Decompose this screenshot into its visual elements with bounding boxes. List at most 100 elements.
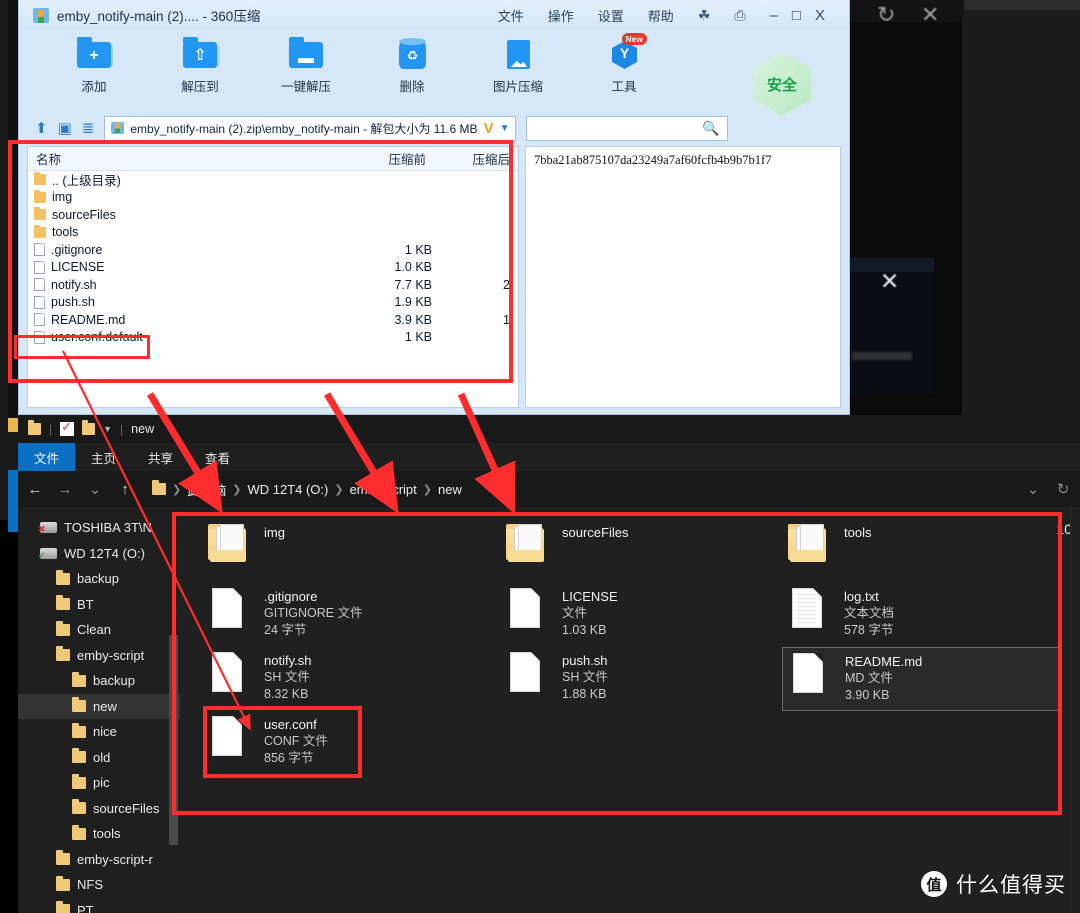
shirt-icon[interactable]: ☘ [698, 7, 711, 24]
nav-item-backup[interactable]: backup [18, 668, 180, 694]
toolbar-tools-button[interactable]: Y New 工具 [593, 33, 655, 95]
archive-row[interactable]: img [28, 189, 518, 207]
address-history-icon[interactable]: ⌄ [1024, 480, 1042, 498]
file-icon [504, 650, 548, 696]
archive-row[interactable]: notify.sh 7.7 KB 2 [28, 276, 518, 294]
archive-row[interactable]: tools [28, 224, 518, 242]
ribbon-tab-share[interactable]: 共享 [132, 443, 189, 471]
file-icon [786, 586, 830, 632]
maximize-button[interactable]: □ [792, 8, 801, 23]
chevron-down-icon[interactable]: ▼ [500, 123, 510, 134]
nav-item-clean[interactable]: Clean [18, 617, 180, 643]
nav-item-new[interactable]: new [18, 693, 180, 719]
feedback-icon[interactable]: ⎙ [734, 7, 745, 24]
up-button[interactable]: ↑ [116, 481, 134, 498]
close-button[interactable]: X [815, 8, 825, 23]
archive-row[interactable]: LICENSE 1.0 KB [28, 259, 518, 277]
menu-file[interactable]: 文件 [498, 6, 524, 25]
toolbar-delete-button[interactable]: ♻ 删除 [381, 36, 443, 95]
forward-button[interactable]: → [56, 481, 74, 498]
menu-operation[interactable]: 操作 [548, 6, 574, 25]
breadcrumb-sep-2: ❯ [334, 483, 344, 496]
column-header-after[interactable]: 压缩后 [432, 149, 518, 168]
archive-row[interactable]: sourceFiles [28, 206, 518, 224]
menu-help[interactable]: 帮助 [648, 6, 674, 25]
nav-item-nice[interactable]: nice [18, 719, 180, 745]
folder-icon [72, 824, 86, 840]
nav-item-sourcefiles[interactable]: sourceFiles [18, 796, 180, 822]
archive-search-input[interactable] [535, 121, 703, 135]
file-grid-item[interactable]: README.md MD 文件 3.90 KB [782, 647, 1062, 711]
folder-icon [72, 773, 86, 789]
file-grid-item[interactable]: notify.sh SH 文件 8.32 KB [202, 647, 482, 711]
nav-item-bt[interactable]: BT [18, 592, 180, 618]
nav-item-label: new [93, 698, 117, 714]
nav-item-label: sourceFiles [93, 800, 160, 816]
delete-icon: ♻ [391, 36, 433, 72]
folder-icon [72, 697, 86, 713]
archive-row-size-before: 3.9 KB [394, 312, 432, 327]
toolbar-add-button[interactable]: + 添加 [63, 36, 125, 95]
file-grid-item[interactable]: sourceFiles [500, 519, 780, 583]
search-icon[interactable]: 🔍 [702, 120, 719, 137]
explorer-nav-tree[interactable]: ✖ TOSHIBA 3T\N ✔ WD 12T4 (O:) backup BT Clean e… [18, 507, 180, 913]
refresh-icon[interactable]: ↻ [1054, 480, 1072, 498]
archive-row[interactable]: push.sh 1.9 KB [28, 294, 518, 312]
breadcrumb-item-drive[interactable]: WD 12T4 (O:) [247, 482, 328, 497]
file-grid-item[interactable]: .gitignore GITIGNORE 文件 24 字节 [202, 583, 482, 647]
recent-locations-button[interactable]: ⌄ [86, 480, 104, 498]
nav-item-tools[interactable]: tools [18, 821, 180, 847]
minimize-button[interactable]: – [770, 8, 778, 23]
archive-row-size-after: 2 [503, 277, 510, 292]
file-grid-item[interactable]: LICENSE 文件 1.03 KB [500, 583, 780, 647]
nav-item-old[interactable]: old [18, 745, 180, 771]
list-view-icon[interactable]: ≣ [82, 119, 95, 137]
go-up-icon[interactable]: ⬆ [35, 119, 48, 137]
file-grid-item[interactable]: user.conf CONF 文件 856 字节 [202, 711, 482, 775]
content-scrollbar[interactable] [1070, 507, 1080, 913]
nav-scrollbar[interactable] [169, 635, 178, 845]
archive-path-field[interactable]: emby_notify-main (2).zip\emby_notify-mai… [104, 115, 517, 141]
breadcrumb-item-new[interactable]: new [438, 482, 462, 497]
nav-item-wd-12t4-o-[interactable]: ✔ WD 12T4 (O:) [18, 541, 180, 567]
toolbar-tools-label: 工具 [611, 80, 637, 94]
archive-search-field[interactable]: 🔍 [526, 115, 729, 141]
file-grid-item[interactable]: img [202, 519, 482, 583]
one-click-extract-icon: ▬ [285, 36, 327, 72]
file-grid-item[interactable]: tools [782, 519, 1062, 583]
nav-item-emby-script-r[interactable]: emby-script-r [18, 847, 180, 873]
menu-settings[interactable]: 设置 [598, 6, 624, 25]
archive-row[interactable]: user.conf.default 1 KB [28, 329, 518, 347]
archive-file-list[interactable]: 名称 压缩前 压缩后 .. (上级目录) img sourceFiles tools.… [27, 146, 519, 408]
archive-row[interactable]: .. (上级目录) [28, 171, 518, 189]
explorer-tab-title[interactable]: new [131, 422, 154, 436]
toolbar-one-click-extract-button[interactable]: ▬ 一键解压 [275, 36, 337, 95]
file-grid-item[interactable]: log.txt 文本文档 578 字节 [782, 583, 1062, 647]
archive-row-name: LICENSE [51, 260, 105, 275]
ribbon-tab-file[interactable]: 文件 [18, 443, 76, 471]
nav-item-toshiba-3t-n[interactable]: ✖ TOSHIBA 3T\N [18, 515, 180, 541]
checkbox-icon[interactable] [60, 419, 75, 436]
nav-item-nfs[interactable]: NFS [18, 872, 180, 898]
toolbar-extract-to-button[interactable]: ⇧ 解压到 [169, 36, 231, 95]
nav-item-pt[interactable]: PT [18, 898, 180, 913]
archive-row[interactable]: README.md 3.9 KB 1 [28, 311, 518, 329]
column-header-before[interactable]: 压缩前 [340, 149, 432, 168]
column-header-name[interactable]: 名称 [28, 149, 340, 168]
file-grid-item[interactable]: push.sh SH 文件 1.88 KB [500, 647, 780, 711]
breadcrumb-item-this-pc[interactable]: 此电脑 [187, 480, 226, 499]
nav-item-emby-script[interactable]: emby-script [18, 643, 180, 669]
ribbon-tab-view[interactable]: 查看 [189, 443, 246, 471]
archive-row[interactable]: .gitignore 1 KB [28, 241, 518, 259]
toolbar-image-compress-button[interactable]: 图片压缩 [487, 36, 549, 95]
nav-item-backup[interactable]: backup [18, 566, 180, 592]
view-icon[interactable]: ▣ [58, 119, 72, 137]
breadcrumb-item-emby-script[interactable]: emby-script [350, 482, 417, 497]
chevron-down-icon[interactable]: ▼ [103, 424, 112, 434]
file-size: 1.03 KB [562, 623, 607, 637]
back-button[interactable]: ← [26, 481, 44, 498]
explorer-file-grid[interactable]: img .gitignore GITIGNORE 文件 24 字节 notify.sh S… [180, 507, 1080, 913]
breadcrumb[interactable]: ❯ 此电脑 ❯ WD 12T4 (O:) ❯ emby-script ❯ new [152, 480, 1012, 499]
nav-item-pic[interactable]: pic [18, 770, 180, 796]
ribbon-tab-home[interactable]: 主页 [75, 443, 132, 471]
